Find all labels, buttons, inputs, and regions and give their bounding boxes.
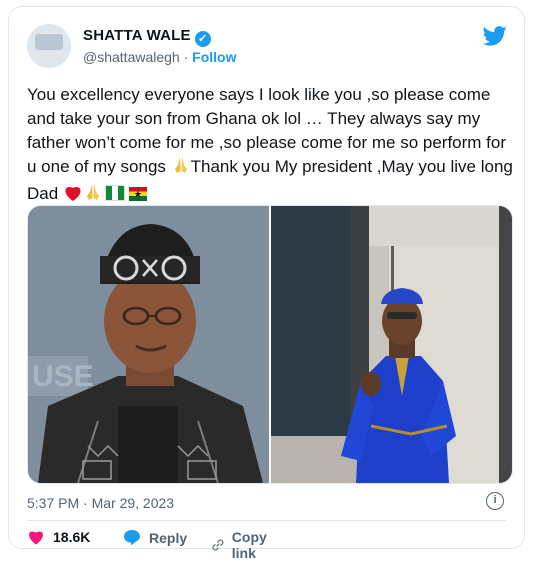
reply-label: Reply	[149, 529, 188, 546]
follow-button[interactable]: Follow	[192, 49, 236, 65]
verified-badge-icon: ✓	[194, 31, 211, 47]
like-count: 18.6K	[53, 529, 91, 545]
reply-icon	[124, 530, 140, 546]
svg-text:USE: USE	[32, 360, 94, 393]
display-name[interactable]: SHATTA WALE	[83, 27, 191, 44]
info-icon[interactable]: i	[486, 492, 504, 510]
tweet-media[interactable]: USE	[27, 205, 513, 484]
photo-left[interactable]: USE	[28, 206, 269, 483]
flag-ghana-icon	[128, 187, 147, 201]
copy-link-button[interactable]: Copy link	[212, 529, 273, 561]
man-in-blue-image	[271, 206, 512, 483]
twitter-bird-icon[interactable]	[483, 26, 507, 46]
separator: ·	[183, 49, 189, 65]
like-button[interactable]: 18.6K	[27, 529, 90, 545]
link-icon	[212, 539, 224, 551]
man-portrait-image: USE	[28, 206, 269, 483]
avatar[interactable]	[27, 24, 71, 68]
reply-button[interactable]: Reply	[123, 529, 187, 546]
tweet-text: You excellency everyone says I look like…	[27, 83, 515, 209]
copy-link-label: Copy link	[231, 529, 267, 561]
tweet-timestamp[interactable]: 5:37 PM · Mar 29, 2023	[27, 495, 174, 511]
heart-icon	[29, 531, 43, 545]
tweet-card: SHATTA WALE ✓ @shattawalegh · Follow You …	[8, 6, 525, 561]
photo-right[interactable]	[271, 206, 512, 483]
folded-hands-icon	[171, 155, 191, 182]
tweet-header: SHATTA WALE ✓ @shattawalegh · Follow	[27, 24, 507, 68]
divider	[27, 520, 506, 521]
user-handle[interactable]: @shattawalegh	[83, 49, 180, 65]
flag-nigeria-icon	[104, 185, 125, 201]
